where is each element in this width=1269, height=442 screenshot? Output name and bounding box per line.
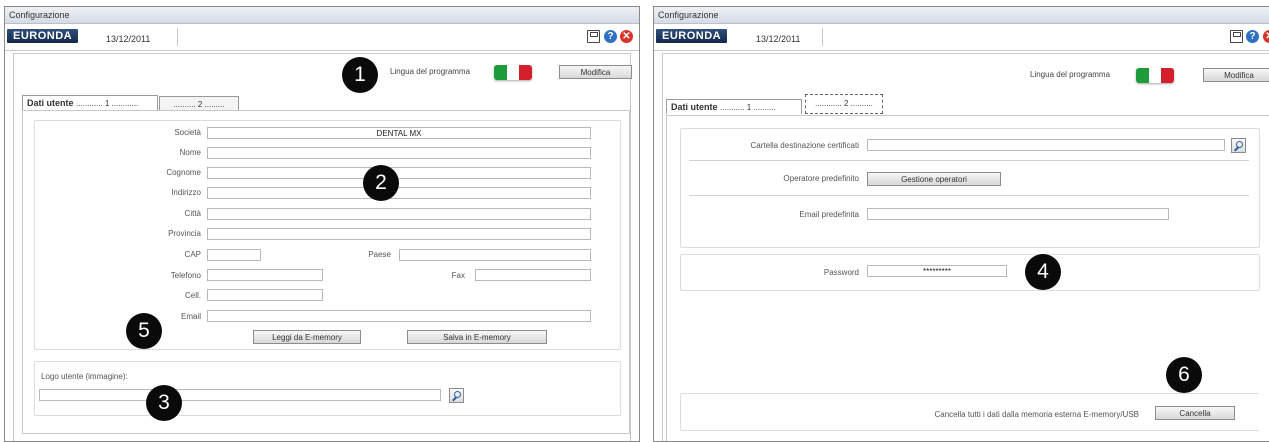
fax-label: Fax: [451, 271, 465, 280]
language-label: Lingua del programma: [390, 67, 471, 76]
nome-field[interactable]: [207, 147, 591, 159]
societa-label: Società: [174, 128, 201, 137]
tab-user-data-label: Dati utente: [27, 98, 74, 108]
manage-operators-button[interactable]: Gestione operatori: [867, 172, 1001, 186]
callout-badge-1: 1: [342, 57, 378, 93]
divider: [689, 160, 1249, 161]
divider: [689, 195, 1249, 196]
close-icon[interactable]: ✕: [620, 30, 633, 43]
cell-field[interactable]: [207, 289, 323, 301]
cap-field[interactable]: [207, 249, 261, 261]
default-email-label: Email predefinita: [799, 210, 859, 219]
cognome-label: Cognome: [166, 168, 201, 177]
help-icon[interactable]: ?: [604, 30, 617, 43]
clear-memory-group: Cancella tutti i dati dalla memoria este…: [680, 393, 1259, 431]
provincia-field[interactable]: [207, 228, 591, 240]
app-header: EURONDA 13/12/2011 ? ✕: [654, 24, 1269, 51]
citta-label: Città: [184, 209, 201, 218]
logo-section-label: Logo utente (immagine):: [41, 372, 128, 381]
modify-language-button[interactable]: Modifica: [1203, 68, 1269, 82]
modify-language-button[interactable]: Modifica: [559, 65, 632, 79]
citta-field[interactable]: [207, 208, 591, 220]
fax-field[interactable]: [475, 269, 591, 281]
password-label: Password: [823, 268, 859, 277]
search-icon[interactable]: [449, 388, 464, 403]
euronda-logo: EURONDA: [656, 29, 728, 43]
callout-badge-5: 5: [126, 313, 162, 349]
header-date: 13/12/2011: [106, 34, 151, 44]
indirizzo-field[interactable]: [207, 187, 591, 199]
euronda-logo: EURONDA: [7, 29, 79, 43]
cap-label: CAP: [184, 250, 201, 259]
telefono-label: Telefono: [170, 271, 201, 280]
language-label: Lingua del programma: [1030, 70, 1111, 79]
callout-badge-6: 6: [1166, 357, 1202, 393]
cell-label: Cell.: [184, 291, 201, 300]
left-config-window: Configurazione EURONDA 13/12/2011 ? ✕ Li…: [4, 6, 640, 442]
settings-panel: Cartella destinazione certificati Operat…: [666, 115, 1269, 441]
help-icon[interactable]: ?: [1246, 30, 1259, 43]
paese-field[interactable]: [399, 249, 591, 261]
email-field[interactable]: [207, 310, 591, 322]
callout-badge-2: 2: [363, 165, 399, 201]
read-from-ememory-button[interactable]: Leggi da E-memory: [253, 330, 361, 344]
tab-user-data[interactable]: Dati utente ............ 1 ............: [22, 95, 158, 110]
italian-flag-icon: [494, 65, 532, 80]
tab-user-data[interactable]: Dati utente ........... 1 ..........: [666, 99, 802, 114]
tab-page-2[interactable]: ............ 2 ..........: [805, 94, 883, 114]
cert-folder-label: Cartella destinazione certificati: [750, 141, 860, 150]
header-date: 13/12/2011: [756, 34, 801, 44]
tab-user-data-deco: ............ 1 ............: [76, 99, 139, 108]
window-title: Configurazione: [654, 7, 1269, 24]
telefono-field[interactable]: [207, 269, 323, 281]
cert-folder-field[interactable]: [867, 139, 1225, 151]
tab-page-2-deco: .......... 2 .........: [173, 100, 225, 109]
save-to-ememory-button[interactable]: Salva in E-memory: [407, 330, 547, 344]
close-icon[interactable]: ✕: [1263, 30, 1269, 43]
save-icon[interactable]: [1230, 30, 1243, 43]
tab-page-2[interactable]: .......... 2 .........: [159, 96, 239, 111]
provincia-label: Provincia: [168, 229, 201, 238]
password-group: Password *********: [680, 254, 1260, 291]
header-separator: [822, 28, 823, 46]
cognome-field[interactable]: [207, 167, 591, 179]
logo-path-field[interactable]: [39, 389, 441, 401]
tab-user-data-label: Dati utente: [671, 102, 718, 112]
config-content: Lingua del programma Modifica Dati utent…: [13, 53, 632, 441]
italian-flag-icon: [1136, 68, 1174, 83]
tab-user-data-deco: ........... 1 ..........: [720, 103, 776, 112]
user-info-group: Società DENTAL MX Nome Cognome Indirizzo…: [34, 120, 621, 350]
default-email-field[interactable]: [867, 208, 1169, 220]
user-logo-group: Logo utente (immagine):: [34, 361, 621, 416]
societa-field[interactable]: DENTAL MX: [207, 127, 591, 139]
callout-badge-4: 4: [1025, 254, 1061, 290]
user-data-panel: Società DENTAL MX Nome Cognome Indirizzo…: [22, 110, 630, 434]
header-separator: [177, 28, 178, 46]
clear-button[interactable]: Cancella: [1155, 406, 1235, 420]
default-operator-label: Operatore predefinito: [783, 174, 859, 183]
paese-label: Paese: [368, 250, 391, 259]
search-icon[interactable]: [1231, 138, 1246, 153]
save-icon[interactable]: [587, 30, 600, 43]
password-field[interactable]: *********: [867, 265, 1007, 277]
app-header: EURONDA 13/12/2011 ? ✕: [5, 24, 639, 51]
nome-label: Nome: [179, 148, 201, 157]
tab-page-2-deco: ............ 2 ..........: [815, 99, 873, 108]
indirizzo-label: Indirizzo: [171, 188, 201, 197]
callout-badge-3: 3: [146, 385, 182, 421]
window-title: Configurazione: [5, 7, 639, 24]
clear-memory-label: Cancella tutti i dati dalla memoria este…: [934, 410, 1139, 419]
certificates-group: Cartella destinazione certificati Operat…: [680, 128, 1260, 248]
